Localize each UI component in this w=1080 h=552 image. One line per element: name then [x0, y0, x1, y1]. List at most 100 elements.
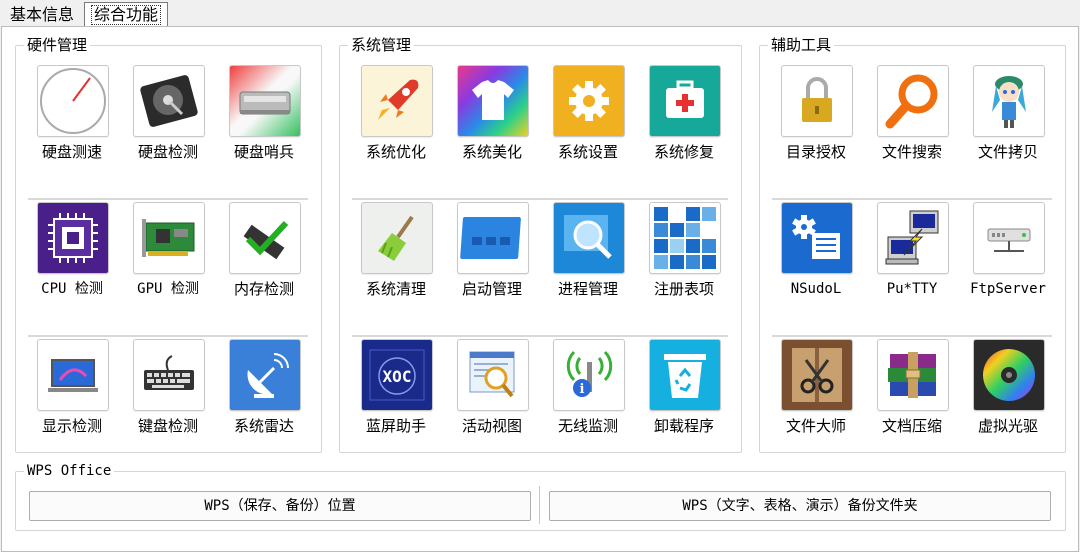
tools-item-file-master[interactable]: 文件大师: [774, 339, 864, 449]
wps-backup-folder-button[interactable]: WPS（文字、表格、演示）备份文件夹: [549, 491, 1051, 521]
system-item-bluescreen[interactable]: XOC 蓝屏助手: [354, 339, 444, 449]
broom-icon: [361, 202, 433, 274]
system-item-uninstall[interactable]: 卸载程序: [642, 339, 732, 449]
hardware-item-disk-speed[interactable]: 硬盘测速: [30, 65, 120, 175]
system-item-beautify[interactable]: 系统美化: [450, 65, 540, 175]
main-panel: 硬件管理 硬盘测速 硬盘检测 硬盘哨兵 CPU 检测 GPU 检测 内存检测 显…: [1, 26, 1079, 552]
anime-character-icon: [973, 65, 1045, 137]
system-label-registry: 注册表项: [653, 280, 714, 298]
satellite-dish-icon: [229, 339, 301, 411]
hardware-item-gpu[interactable]: GPU 检测: [126, 202, 216, 312]
ftp-server-icon: [973, 202, 1045, 274]
system-item-wireless[interactable]: i 无线监测: [546, 339, 636, 449]
tools-item-compress[interactable]: 文档压缩: [870, 339, 960, 449]
tools-item-file-search[interactable]: 文件搜索: [870, 65, 960, 175]
hardware-item-display[interactable]: 显示检测: [30, 339, 120, 449]
tools-item-dir-auth[interactable]: 目录授权: [774, 65, 864, 175]
system-label-wireless: 无线监测: [557, 417, 618, 435]
tab-advanced-label: 综合功能: [91, 5, 162, 25]
graphics-card-icon: [133, 202, 205, 274]
hardware-label-keyboard: 键盘检测: [137, 417, 198, 435]
process-search-icon: [553, 202, 625, 274]
hardware-item-memory[interactable]: 内存检测: [222, 202, 312, 312]
hardware-separator-1: [28, 198, 308, 201]
system-item-process[interactable]: 进程管理: [546, 202, 636, 312]
system-label-uninstall: 卸载程序: [653, 417, 714, 435]
putty-terminal-icon: [877, 202, 949, 274]
tshirt-icon: [457, 65, 529, 137]
activity-view-icon: [457, 339, 529, 411]
tab-advanced-functions[interactable]: 综合功能: [84, 2, 169, 27]
hardware-item-keyboard[interactable]: 键盘检测: [126, 339, 216, 449]
hardware-label-cpu: CPU 检测: [41, 281, 103, 297]
system-group-title: 系统管理: [348, 35, 415, 55]
hard-disk-icon: [133, 65, 205, 137]
system-item-settings[interactable]: 系统设置: [546, 65, 636, 175]
system-label-bluescreen: 蓝屏助手: [365, 417, 426, 435]
tools-item-putty[interactable]: Pu*TTY: [870, 202, 960, 312]
admin-settings-icon: [781, 202, 853, 274]
hardware-label-disk-sentinel: 硬盘哨兵: [233, 143, 294, 161]
tools-label-file-copy: 文件拷贝: [977, 143, 1038, 161]
tools-separator-2: [772, 335, 1052, 338]
wps-divider: [539, 486, 540, 524]
system-label-clean: 系统清理: [365, 280, 426, 298]
first-aid-kit-icon: [649, 65, 721, 137]
hardware-label-display: 显示检测: [41, 417, 102, 435]
tools-item-ftp[interactable]: FtpServer: [966, 202, 1056, 312]
tools-separator-1: [772, 198, 1052, 201]
hardware-label-gpu: GPU 检测: [137, 281, 199, 297]
svg-text:i: i: [580, 382, 585, 397]
system-label-startup: 启动管理: [461, 280, 522, 298]
system-item-registry[interactable]: 注册表项: [642, 202, 732, 312]
system-label-repair: 系统修复: [653, 143, 714, 161]
hardware-group: 硬件管理 硬盘测速 硬盘检测 硬盘哨兵 CPU 检测 GPU 检测 内存检测 显…: [15, 35, 322, 453]
system-item-clean[interactable]: 系统清理: [354, 202, 444, 312]
system-separator-1: [352, 198, 728, 201]
tools-group-title: 辅助工具: [768, 35, 835, 55]
monitor-icon: [37, 339, 109, 411]
hardware-label-disk-speed: 硬盘测速: [41, 143, 102, 161]
hardware-item-cpu[interactable]: CPU 检测: [30, 202, 120, 312]
wireless-info-icon: i: [553, 339, 625, 411]
tools-label-nsudo: NSudoL: [790, 281, 842, 297]
tab-bar: 基本信息 综合功能: [0, 0, 1080, 28]
system-item-startup[interactable]: 启动管理: [450, 202, 540, 312]
system-item-activity[interactable]: 活动视图: [450, 339, 540, 449]
wps-group-title: WPS Office: [24, 461, 115, 481]
tools-item-file-copy[interactable]: 文件拷贝: [966, 65, 1056, 175]
system-label-beautify: 系统美化: [461, 143, 522, 161]
disk-sentinel-icon: [229, 65, 301, 137]
system-separator-2: [352, 335, 728, 338]
wps-group: WPS Office WPS（保存、备份）位置 WPS（文字、表格、演示）备份文…: [15, 461, 1066, 531]
tools-label-ftp: FtpServer: [970, 281, 1046, 297]
tools-item-virtual-drive[interactable]: 虚拟光驱: [966, 339, 1056, 449]
hardware-item-radar[interactable]: 系统雷达: [222, 339, 312, 449]
system-item-repair[interactable]: 系统修复: [642, 65, 732, 175]
svg-text:XOC: XOC: [383, 367, 412, 386]
hardware-label-memory: 内存检测: [233, 280, 294, 298]
magnifier-icon: [877, 65, 949, 137]
wps-location-button[interactable]: WPS（保存、备份）位置: [29, 491, 531, 521]
tools-label-dir-auth: 目录授权: [785, 143, 846, 161]
system-item-optimize[interactable]: 系统优化: [354, 65, 444, 175]
gear-icon: [553, 65, 625, 137]
tools-label-putty: Pu*TTY: [886, 281, 938, 297]
system-label-activity: 活动视图: [461, 417, 522, 435]
rocket-icon: [361, 65, 433, 137]
padlock-icon: [781, 65, 853, 137]
startup-window-icon: [457, 202, 529, 274]
tools-label-file-master: 文件大师: [785, 417, 846, 435]
bluescreen-icon: XOC: [361, 339, 433, 411]
system-label-settings: 系统设置: [557, 143, 618, 161]
tab-basic-info[interactable]: 基本信息: [4, 3, 80, 27]
hardware-label-radar: 系统雷达: [233, 417, 294, 435]
winrar-books-icon: [877, 339, 949, 411]
gauge-icon: [37, 65, 109, 137]
tools-item-nsudo[interactable]: NSudoL: [774, 202, 864, 312]
system-group: 系统管理 系统优化 系统美化 系统设置 系统修复 系统清理 启动管理 进程管理 …: [339, 35, 742, 453]
hardware-label-disk-check: 硬盘检测: [137, 143, 198, 161]
hardware-item-disk-check[interactable]: 硬盘检测: [126, 65, 216, 175]
hardware-item-disk-sentinel[interactable]: 硬盘哨兵: [222, 65, 312, 175]
system-label-process: 进程管理: [557, 280, 618, 298]
